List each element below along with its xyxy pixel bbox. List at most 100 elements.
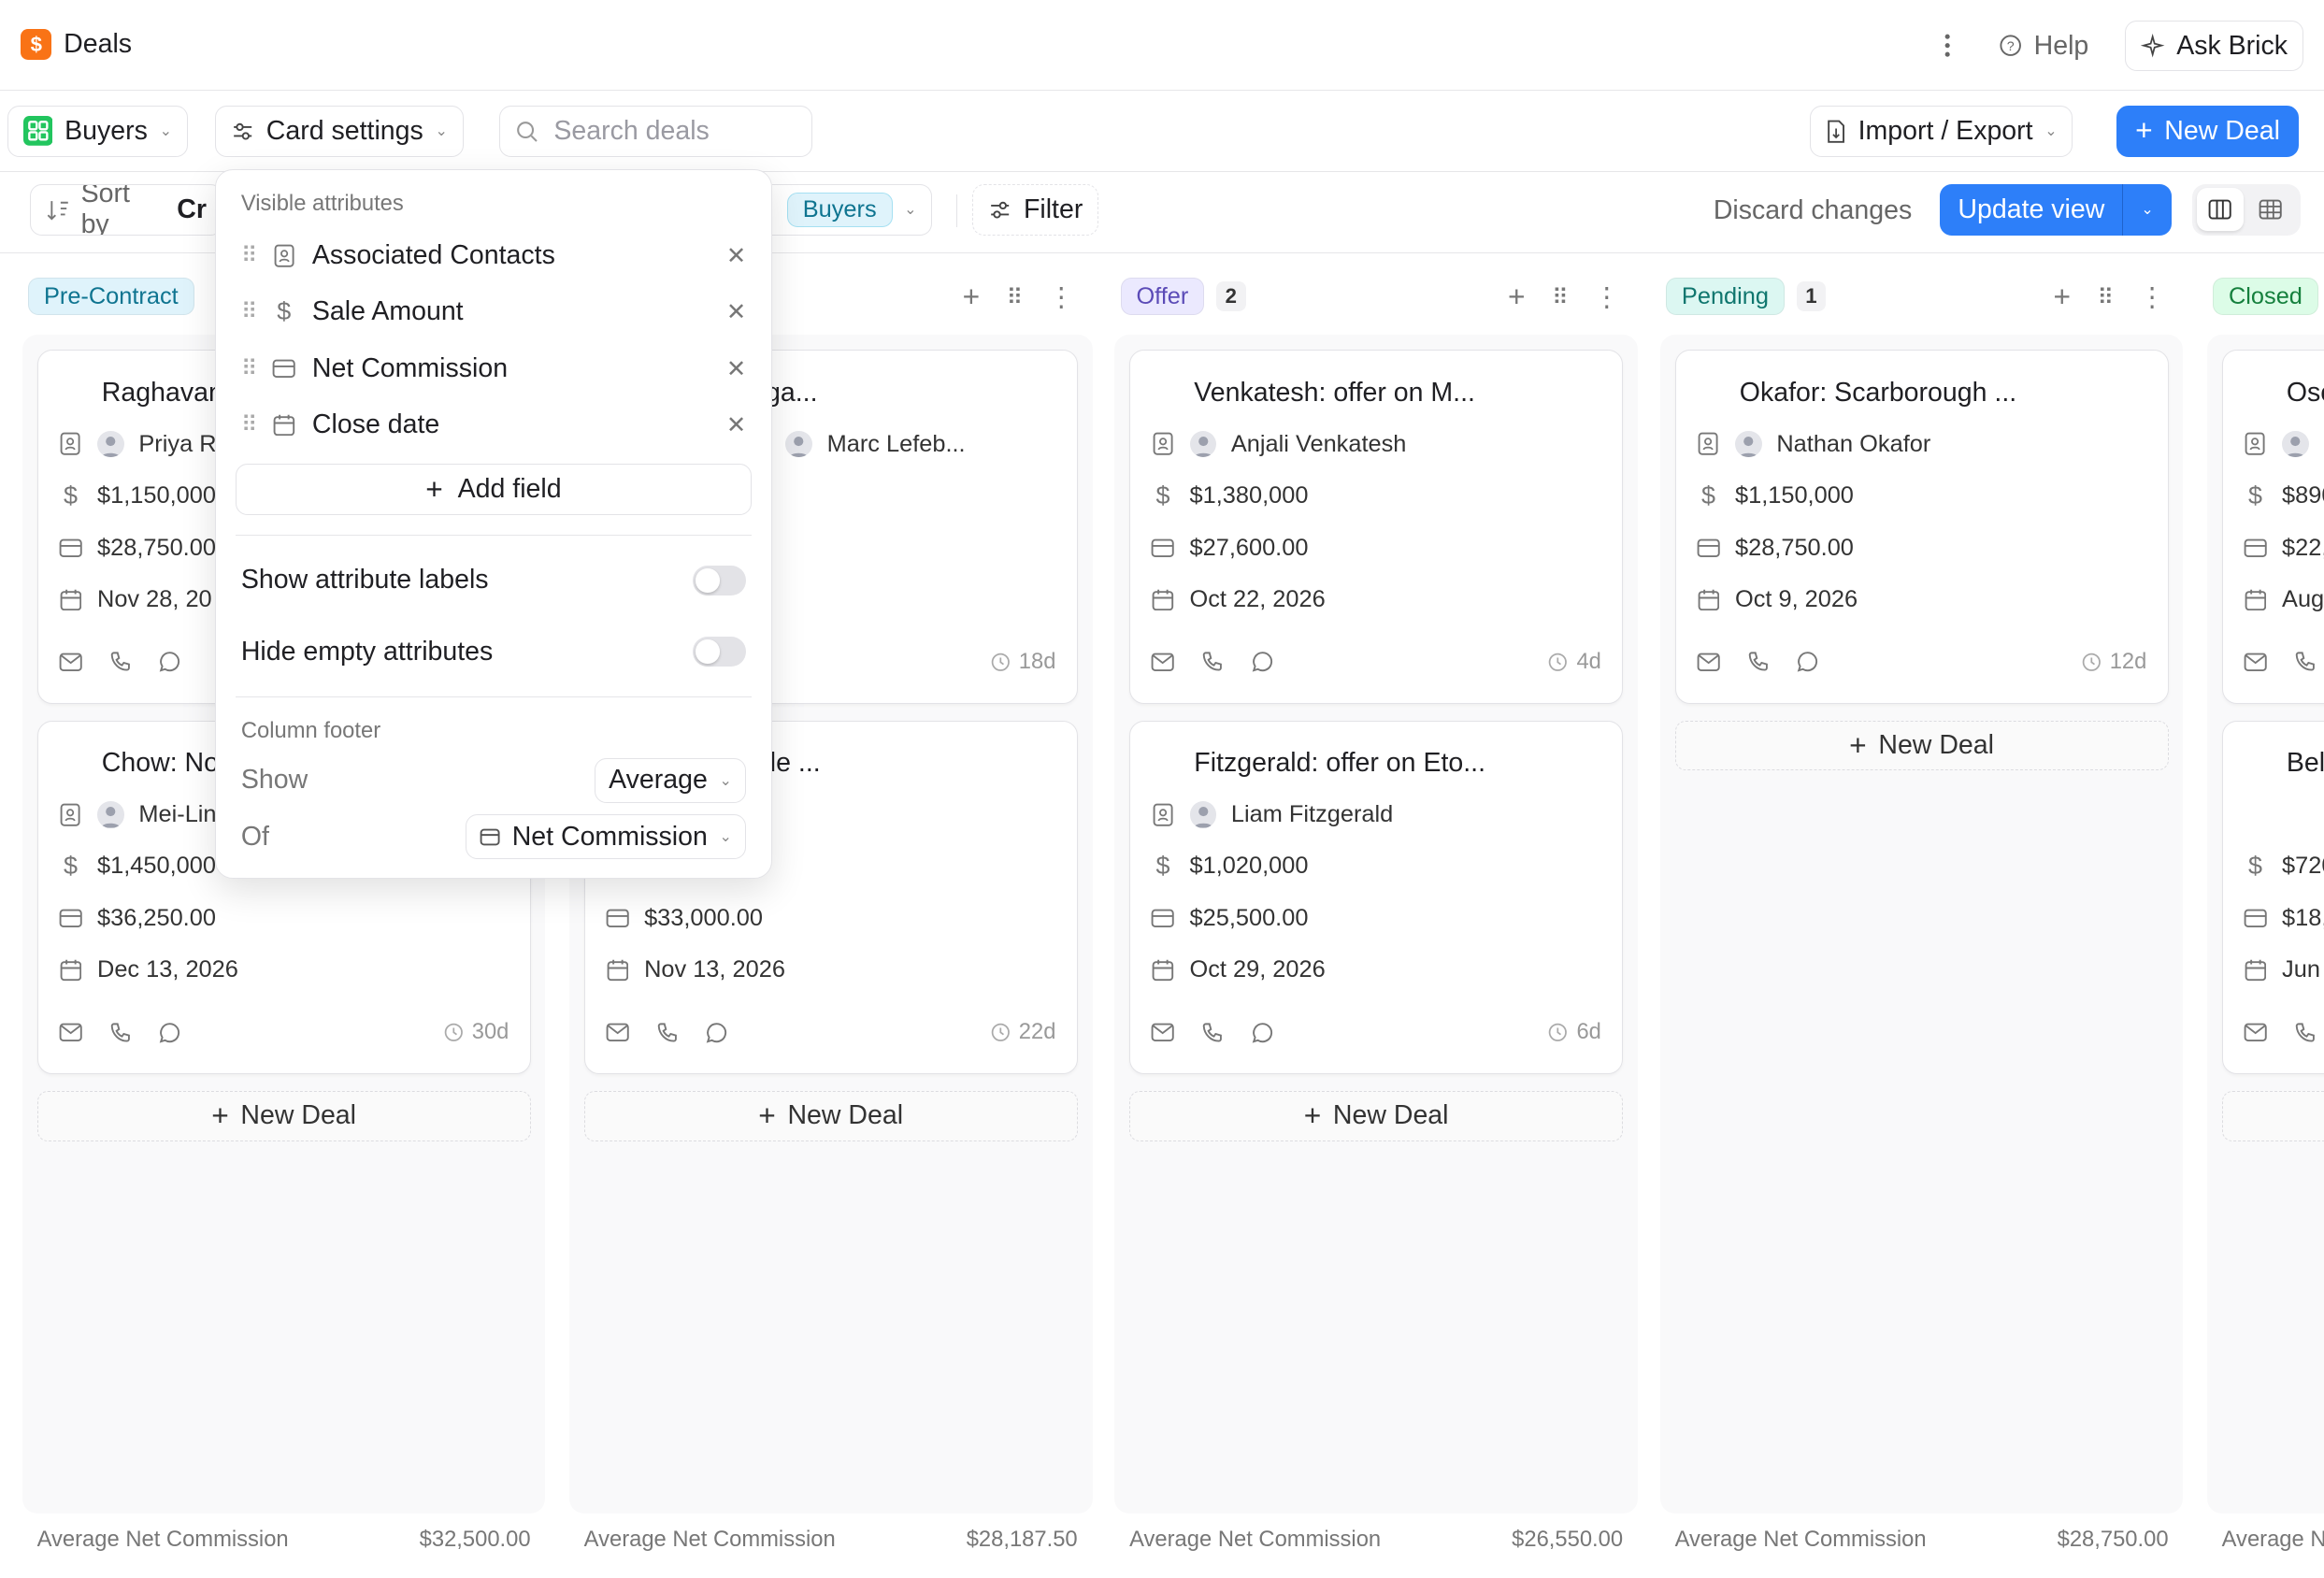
email-icon[interactable] [59,1023,82,1042]
plus-icon[interactable]: + [2054,282,2072,312]
phone-icon[interactable] [109,651,132,673]
plus-icon[interactable]: + [963,282,981,312]
phone-icon[interactable] [1747,651,1770,673]
close-icon[interactable]: ✕ [726,354,746,383]
net-commission-value: $36,250.00 [97,904,216,931]
column-new-deal-button[interactable]: + New Deal [583,1090,1078,1141]
ask-brick-button[interactable]: Ask Brick [2125,21,2303,72]
table-view-icon[interactable] [2247,188,2295,231]
more-vertical-icon[interactable] [1932,34,1962,58]
contact-name[interactable]: Liam Fitzgerald [1231,801,1393,828]
message-icon[interactable] [1251,650,1274,673]
contact-name[interactable]: Mei-Lin [138,801,216,828]
hide-empty-attributes-toggle[interactable] [693,637,747,667]
deal-title[interactable]: Bel [2287,748,2324,779]
message-icon[interactable] [158,650,181,673]
clock-icon [991,653,1011,672]
toolbar-divider [955,194,958,227]
update-view-button[interactable]: Update view [1940,184,2122,236]
column-new-deal-button[interactable]: + New Deal [1129,1090,1624,1141]
deal-title[interactable]: Osc [2287,378,2324,409]
deal-title[interactable]: Chow: No [102,748,219,779]
column-status-pill[interactable]: Pre-Contract [28,278,194,315]
drag-handle-icon[interactable]: ⠿ [241,242,257,269]
drag-handle-icon[interactable]: ⠿ [1552,284,1568,311]
contact-name[interactable]: Nathan Okafor [1776,431,1930,458]
deal-card[interactable]: Osc I $ $890 $22, Aug [2221,350,2324,705]
message-icon[interactable] [158,1021,181,1044]
phone-icon[interactable] [109,1022,132,1044]
drag-handle-icon[interactable]: ⠿ [241,411,257,438]
card-settings-button[interactable]: Card settings ⌄ [214,105,464,158]
deal-title[interactable]: Raghavan [102,378,223,409]
filter-button[interactable]: Filter [972,183,1099,237]
show-attribute-labels-toggle[interactable] [693,566,747,595]
layout-toggle [2191,183,2301,237]
dollar-icon: $ [2248,852,2262,881]
email-icon[interactable] [59,653,82,672]
deal-card[interactable]: Fitzgerald: offer on Eto... Liam Fitzgera… [1129,720,1624,1075]
more-vertical-icon[interactable]: ⋮ [1593,281,1620,313]
deal-age: 4d [1548,649,1601,675]
close-icon[interactable]: ✕ [726,297,746,326]
update-view-dropdown-icon[interactable]: ⌄ [2122,183,2171,237]
drag-handle-icon[interactable]: ⠿ [241,355,257,382]
view-selector[interactable]: Buyers ⌄ [7,105,188,158]
close-icon[interactable]: ✕ [726,410,746,439]
plus-icon[interactable]: + [1508,282,1526,312]
column-header: Offer 2 + ⠿ ⋮ [1120,277,1632,315]
deal-title[interactable]: Fitzgerald: offer on Eto... [1194,748,1485,779]
message-icon[interactable] [705,1021,728,1044]
deal-card[interactable]: Okafor: Scarborough ... Nathan Okafor $ $1,… [1674,350,2169,705]
new-deal-button[interactable]: + New Deal [2116,105,2299,158]
import-export-button[interactable]: Import / Export ⌄ [1809,105,2073,158]
email-icon[interactable] [1151,653,1175,672]
drag-handle-icon[interactable]: ⠿ [2098,284,2114,311]
drag-handle-icon[interactable]: ⠿ [1007,284,1023,311]
search-input[interactable]: Search deals [499,105,812,158]
help-button[interactable]: ? Help [1982,21,2105,72]
phone-icon[interactable] [2294,1022,2317,1044]
chevron-down-icon: ⌄ [435,123,448,140]
add-field-button[interactable]: + Add field [235,463,753,516]
deal-age-value: 6d [1576,1019,1601,1045]
associated-contacts-row: Nathan Okafor [1697,428,1930,461]
column-new-deal-button[interactable]: + [2221,1090,2324,1141]
avatar [785,430,812,458]
sort-button[interactable]: Sort by Cr [29,183,222,237]
email-icon[interactable] [1697,653,1720,672]
column-status-pill[interactable]: Pending [1666,278,1785,315]
column-new-deal-button[interactable]: + New Deal [1674,720,2169,771]
group-filter-chip[interactable]: Buyers ⌄ [772,183,933,237]
footer-show-label: Show [240,765,308,796]
deal-card[interactable]: Venkatesh: offer on M... Anjali Venkatesh… [1129,350,1624,705]
deal-title[interactable]: Okafor: Scarborough ... [1740,378,2016,409]
contact-name[interactable]: Marc Lefeb... [827,431,966,458]
new-deal-label: New Deal [787,1100,904,1131]
column-status-pill[interactable]: Closed [2213,278,2318,315]
footer-field-select[interactable]: Net Commission ⌄ [465,814,747,859]
message-icon[interactable] [1251,1021,1274,1044]
footer-aggregate-select[interactable]: Average ⌄ [594,758,747,803]
email-icon[interactable] [2244,653,2267,672]
deal-title[interactable]: Venkatesh: offer on M... [1194,378,1475,409]
phone-icon[interactable] [1201,1022,1224,1044]
discard-changes-link[interactable]: Discard changes [1714,195,1912,226]
kanban-view-icon[interactable] [2196,188,2245,232]
email-icon[interactable] [2244,1023,2267,1042]
phone-icon[interactable] [1201,651,1224,673]
more-vertical-icon[interactable]: ⋮ [2139,281,2166,313]
column-new-deal-button[interactable]: + New Deal [36,1090,531,1141]
column-status-pill[interactable]: Offer [1120,278,1205,315]
close-icon[interactable]: ✕ [726,241,746,270]
phone-icon[interactable] [656,1022,679,1044]
email-icon[interactable] [1151,1023,1175,1042]
contact-name[interactable]: Anjali Venkatesh [1231,431,1407,458]
message-icon[interactable] [1796,650,1819,673]
column-footer: Average Net Commission $28,750.00 [1675,1527,2169,1553]
more-vertical-icon[interactable]: ⋮ [1048,281,1075,313]
email-icon[interactable] [606,1023,629,1042]
phone-icon[interactable] [2294,651,2317,673]
deal-card[interactable]: Bel $ $720 $18, Jun [2221,720,2324,1075]
drag-handle-icon[interactable]: ⠿ [241,298,257,325]
